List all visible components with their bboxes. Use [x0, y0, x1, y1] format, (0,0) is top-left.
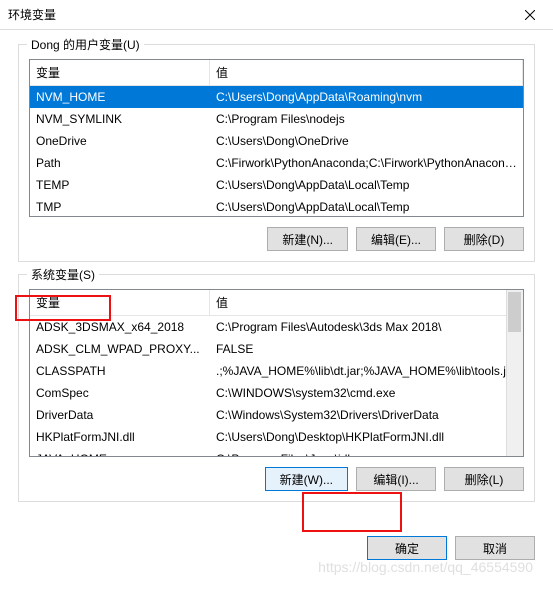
system-vars-group: 系统变量(S) 变量 值 ADSK_3DSMAX_x64_2018C:\Prog…: [18, 274, 535, 502]
system-vars-legend: 系统变量(S): [27, 266, 99, 283]
user-delete-button[interactable]: 删除(D): [444, 227, 524, 251]
user-new-button[interactable]: 新建(N)...: [267, 227, 348, 251]
cell-value: C:\WINDOWS\system32\cmd.exe: [210, 384, 523, 402]
close-icon: [525, 10, 535, 20]
table-row[interactable]: OneDriveC:\Users\Dong\OneDrive: [30, 130, 523, 152]
table-row[interactable]: ADSK_CLM_WPAD_PROXY...FALSE: [30, 338, 523, 360]
cell-variable: HKPlatFormJNI.dll: [30, 428, 210, 446]
header-variable[interactable]: 变量: [30, 60, 210, 85]
scrollbar-thumb[interactable]: [508, 292, 521, 332]
system-edit-button[interactable]: 编辑(I)...: [356, 467, 436, 491]
cell-variable: CLASSPATH: [30, 362, 210, 380]
cell-variable: NVM_SYMLINK: [30, 110, 210, 128]
table-row[interactable]: TMPC:\Users\Dong\AppData\Local\Temp: [30, 196, 523, 216]
titlebar: 环境变量: [0, 0, 553, 30]
user-edit-button[interactable]: 编辑(E)...: [356, 227, 436, 251]
dialog-content: Dong 的用户变量(U) 变量 值 NVM_HOMEC:\Users\Dong…: [0, 30, 553, 526]
user-table-body: NVM_HOMEC:\Users\Dong\AppData\Roaming\nv…: [30, 86, 523, 216]
table-row[interactable]: JAVA_HOMEC:\Program Files\Java\jdk: [30, 448, 523, 456]
cell-variable: ComSpec: [30, 384, 210, 402]
cell-value: C:\Users\Dong\OneDrive: [210, 132, 523, 150]
cancel-button[interactable]: 取消: [455, 536, 535, 560]
system-table-body: ADSK_3DSMAX_x64_2018C:\Program Files\Aut…: [30, 316, 523, 456]
cell-value: .;%JAVA_HOME%\lib\dt.jar;%JAVA_HOME%\lib…: [210, 362, 523, 380]
system-button-row: 新建(W)... 编辑(I)... 删除(L): [29, 467, 524, 491]
cell-variable: JAVA_HOME: [30, 450, 210, 456]
cell-variable: TMP: [30, 198, 210, 216]
table-row[interactable]: NVM_SYMLINKC:\Program Files\nodejs: [30, 108, 523, 130]
table-row[interactable]: ADSK_3DSMAX_x64_2018C:\Program Files\Aut…: [30, 316, 523, 338]
header-value[interactable]: 值: [210, 290, 523, 315]
window-title: 环境变量: [8, 6, 56, 23]
cell-value: C:\Program Files\Java\jdk: [210, 450, 523, 456]
user-vars-group: Dong 的用户变量(U) 变量 值 NVM_HOMEC:\Users\Dong…: [18, 44, 535, 262]
cell-variable: ADSK_CLM_WPAD_PROXY...: [30, 340, 210, 358]
system-new-button[interactable]: 新建(W)...: [265, 467, 348, 491]
cell-variable: Path: [30, 154, 210, 172]
table-row[interactable]: DriverDataC:\Windows\System32\Drivers\Dr…: [30, 404, 523, 426]
cell-variable: OneDrive: [30, 132, 210, 150]
table-row[interactable]: TEMPC:\Users\Dong\AppData\Local\Temp: [30, 174, 523, 196]
table-row[interactable]: NVM_HOMEC:\Users\Dong\AppData\Roaming\nv…: [30, 86, 523, 108]
table-row[interactable]: CLASSPATH.;%JAVA_HOME%\lib\dt.jar;%JAVA_…: [30, 360, 523, 382]
header-value[interactable]: 值: [210, 60, 523, 85]
table-header: 变量 值: [30, 60, 523, 86]
watermark: https://blog.csdn.net/qq_46554590: [318, 559, 533, 575]
cell-value: C:\Users\Dong\AppData\Local\Temp: [210, 176, 523, 194]
table-header: 变量 值: [30, 290, 523, 316]
table-row[interactable]: ComSpecC:\WINDOWS\system32\cmd.exe: [30, 382, 523, 404]
cell-value: C:\Users\Dong\AppData\Local\Temp: [210, 198, 523, 216]
cell-value: C:\Users\Dong\AppData\Roaming\nvm: [210, 88, 523, 106]
scrollbar[interactable]: [506, 290, 523, 456]
cell-value: FALSE: [210, 340, 523, 358]
cell-value: C:\Firwork\PythonAnaconda;C:\Firwork\Pyt…: [210, 154, 523, 172]
user-vars-table[interactable]: 变量 值 NVM_HOMEC:\Users\Dong\AppData\Roami…: [29, 59, 524, 217]
table-row[interactable]: PathC:\Firwork\PythonAnaconda;C:\Firwork…: [30, 152, 523, 174]
system-vars-table[interactable]: 变量 值 ADSK_3DSMAX_x64_2018C:\Program File…: [29, 289, 524, 457]
cell-variable: DriverData: [30, 406, 210, 424]
cell-variable: NVM_HOME: [30, 88, 210, 106]
cell-value: C:\Program Files\Autodesk\3ds Max 2018\: [210, 318, 523, 336]
header-variable[interactable]: 变量: [30, 290, 210, 315]
ok-button[interactable]: 确定: [367, 536, 447, 560]
user-button-row: 新建(N)... 编辑(E)... 删除(D): [29, 227, 524, 251]
cell-value: C:\Windows\System32\Drivers\DriverData: [210, 406, 523, 424]
cell-variable: ADSK_3DSMAX_x64_2018: [30, 318, 210, 336]
cell-variable: TEMP: [30, 176, 210, 194]
close-button[interactable]: [507, 0, 553, 30]
cell-value: C:\Users\Dong\Desktop\HKPlatFormJNI.dll: [210, 428, 523, 446]
dialog-button-row: 确定 取消: [0, 526, 553, 560]
system-delete-button[interactable]: 删除(L): [444, 467, 524, 491]
table-row[interactable]: HKPlatFormJNI.dllC:\Users\Dong\Desktop\H…: [30, 426, 523, 448]
cell-value: C:\Program Files\nodejs: [210, 110, 523, 128]
user-vars-legend: Dong 的用户变量(U): [27, 36, 144, 53]
